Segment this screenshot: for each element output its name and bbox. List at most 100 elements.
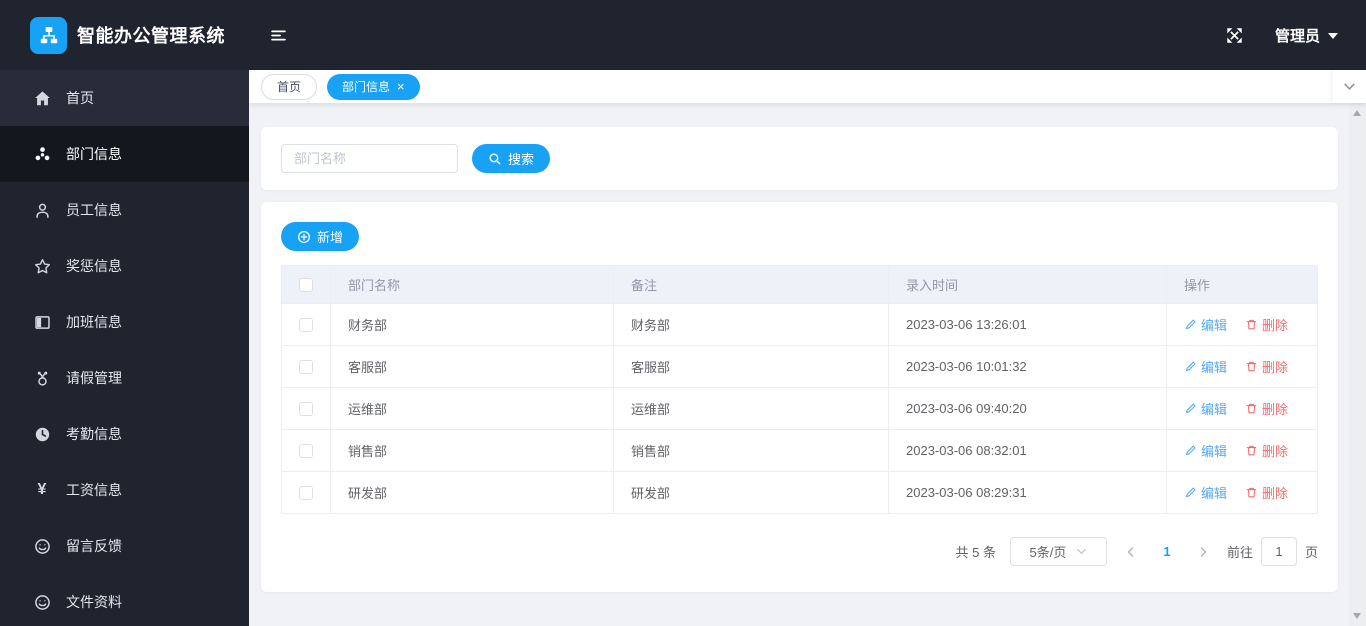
delete-label: 删除 <box>1262 360 1289 375</box>
cell-time: 2023-03-06 10:01:32 <box>889 346 1167 387</box>
vertical-scrollbar[interactable] <box>1349 103 1366 626</box>
cell-name: 运维部 <box>331 388 614 429</box>
cell-remark: 财务部 <box>614 304 889 345</box>
chevron-down-icon <box>1077 549 1087 555</box>
cell-name: 客服部 <box>331 346 614 387</box>
search-panel: 搜索 <box>261 127 1338 190</box>
page-size-select[interactable]: 5条/页 <box>1009 537 1107 566</box>
cell-time: 2023-03-06 08:29:31 <box>889 472 1167 513</box>
department-name-input[interactable] <box>281 144 458 173</box>
delete-button[interactable]: 删除 <box>1245 483 1288 502</box>
cell-name: 财务部 <box>331 304 614 345</box>
search-button-label: 搜索 <box>508 152 535 167</box>
column-header-ops: 操作 <box>1184 278 1211 293</box>
department-icon <box>33 145 51 163</box>
column-header-name: 部门名称 <box>331 266 614 303</box>
cell-remark: 运维部 <box>614 388 889 429</box>
fullscreen-icon[interactable] <box>1226 27 1243 44</box>
row-checkbox[interactable] <box>299 443 313 458</box>
tab-bar: 首页 部门信息 × <box>249 70 1366 103</box>
goto-page-input[interactable] <box>1260 537 1297 566</box>
sidebar-item-label: 工资信息 <box>66 482 122 498</box>
sidebar-item-attendance[interactable]: 考勤信息 <box>0 406 249 462</box>
tab-list-dropdown[interactable] <box>1333 70 1366 103</box>
chevron-left-icon <box>1127 546 1134 557</box>
sidebar-item-label: 奖惩信息 <box>66 258 122 274</box>
table-row: 客服部 客服部 2023-03-06 10:01:32 编辑 删除 <box>282 346 1317 388</box>
star-icon <box>33 257 51 275</box>
delete-label: 删除 <box>1262 318 1289 333</box>
edit-label: 编辑 <box>1201 360 1228 375</box>
sidebar-item-label: 文件资料 <box>66 594 122 610</box>
sidebar-item-feedback[interactable]: 留言反馈 <box>0 518 249 574</box>
delete-button[interactable]: 删除 <box>1245 315 1288 334</box>
table-row: 销售部 销售部 2023-03-06 08:32:01 编辑 删除 <box>282 430 1317 472</box>
pagination-total: 共 5 条 <box>955 545 996 560</box>
sidebar-item-files[interactable]: 文件资料 <box>0 574 249 626</box>
edit-button[interactable]: 编辑 <box>1184 315 1227 334</box>
add-button[interactable]: 新增 <box>281 222 360 251</box>
sidebar-item-leave[interactable]: 请假管理 <box>0 350 249 406</box>
edit-button[interactable]: 编辑 <box>1184 483 1227 502</box>
sidebar-item-label: 请假管理 <box>66 370 122 386</box>
edit-button[interactable]: 编辑 <box>1184 399 1227 418</box>
sidebar-item-rewards[interactable]: 奖惩信息 <box>0 238 249 294</box>
sidebar-item-label: 考勤信息 <box>66 426 122 442</box>
scrollbar-down-arrow[interactable] <box>1353 613 1361 619</box>
tab-department-active[interactable]: 部门信息 × <box>327 73 420 100</box>
select-all-checkbox[interactable] <box>299 277 313 292</box>
pagination: 共 5 条 5条/页 1 前往 页 <box>281 537 1318 566</box>
sidebar-item-home[interactable]: 首页 <box>0 70 249 126</box>
page-size-value: 5条/页 <box>1029 545 1067 560</box>
edit-button[interactable]: 编辑 <box>1184 441 1227 460</box>
departments-table: 部门名称 备注 录入时间 操作 财务部 财务部 2023-03-06 13:26… <box>281 265 1318 514</box>
tab-home[interactable]: 首页 <box>261 73 318 100</box>
sidebar-item-salary[interactable]: ¥ 工资信息 <box>0 462 249 518</box>
user-name: 管理员 <box>1274 27 1320 45</box>
goto-label: 前往 <box>1226 545 1253 560</box>
delete-label: 删除 <box>1262 444 1289 459</box>
sidebar-nav: 首页 部门信息 员工信息 奖惩信息 加班信息 请假管理 考勤信息 ¥ 工资信息 … <box>0 70 249 626</box>
add-button-label: 新增 <box>317 230 344 245</box>
delete-button[interactable]: 删除 <box>1245 441 1288 460</box>
yuan-icon: ¥ <box>37 481 47 498</box>
sidebar-item-overtime[interactable]: 加班信息 <box>0 294 249 350</box>
smiley-icon <box>33 593 51 611</box>
edit-label: 编辑 <box>1201 486 1228 501</box>
cell-name: 研发部 <box>331 472 614 513</box>
row-checkbox[interactable] <box>299 401 313 416</box>
row-checkbox[interactable] <box>299 359 313 374</box>
sidebar-toggle-icon[interactable] <box>270 27 287 44</box>
goto-unit: 页 <box>1304 545 1318 560</box>
user-dropdown[interactable]: 管理员 <box>1275 25 1338 46</box>
edit-label: 编辑 <box>1201 318 1228 333</box>
sidebar-item-label: 部门信息 <box>66 146 122 162</box>
cell-name: 销售部 <box>331 430 614 471</box>
sidebar-item-department[interactable]: 部门信息 <box>0 126 249 182</box>
search-button[interactable]: 搜索 <box>472 144 551 173</box>
edit-button[interactable]: 编辑 <box>1184 357 1227 376</box>
delete-button[interactable]: 删除 <box>1245 399 1288 418</box>
column-header-time: 录入时间 <box>889 266 1167 303</box>
edit-label: 编辑 <box>1201 444 1228 459</box>
cherry-icon <box>33 369 51 387</box>
sidebar-item-employee[interactable]: 员工信息 <box>0 182 249 238</box>
scrollbar-up-arrow[interactable] <box>1353 110 1361 116</box>
sidebar-item-label: 首页 <box>66 90 94 106</box>
next-page-button[interactable] <box>1193 546 1213 558</box>
delete-button[interactable]: 删除 <box>1245 357 1288 376</box>
cell-time: 2023-03-06 13:26:01 <box>889 304 1167 345</box>
cell-remark: 客服部 <box>614 346 889 387</box>
prev-page-button[interactable] <box>1121 546 1141 558</box>
row-checkbox[interactable] <box>299 317 313 332</box>
row-checkbox[interactable] <box>299 485 313 500</box>
page-number-1[interactable]: 1 <box>1155 544 1179 559</box>
user-icon <box>33 201 51 219</box>
smiley-icon <box>33 537 51 555</box>
home-icon <box>33 89 51 107</box>
sidebar-item-label: 留言反馈 <box>66 538 122 554</box>
tab-close-icon[interactable]: × <box>397 80 405 93</box>
app-logo <box>30 16 67 54</box>
delete-label: 删除 <box>1262 486 1289 501</box>
cell-time: 2023-03-06 08:32:01 <box>889 430 1167 471</box>
